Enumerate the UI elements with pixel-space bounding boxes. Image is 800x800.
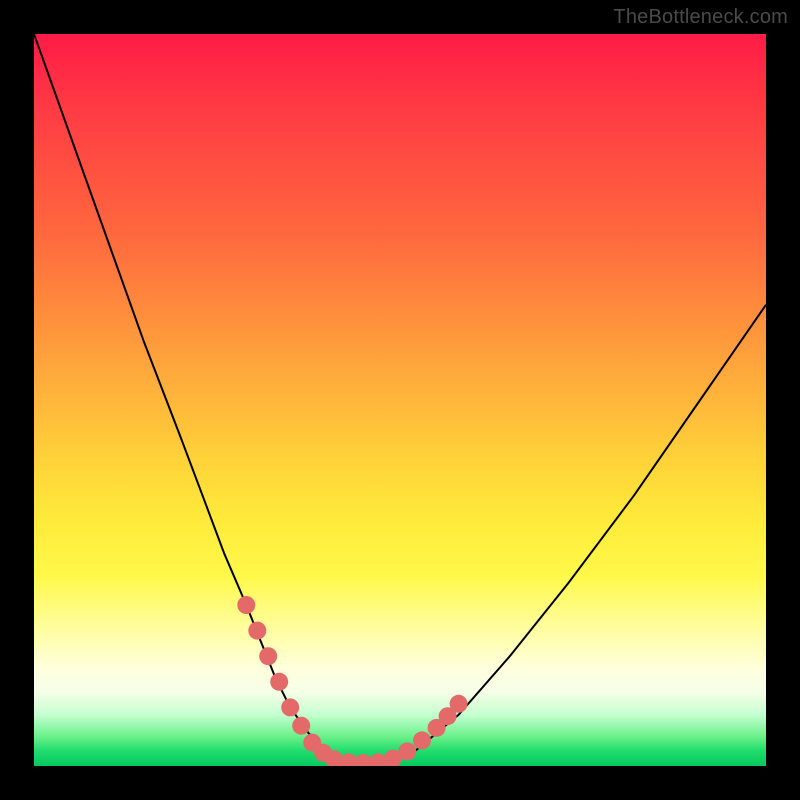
marker-dot: [237, 596, 255, 614]
plot-area: [34, 34, 766, 766]
watermark-text: TheBottleneck.com: [613, 6, 788, 29]
marker-dot: [398, 742, 416, 760]
chart-svg: [34, 34, 766, 766]
marker-dot: [248, 622, 266, 640]
marker-dot: [413, 731, 431, 749]
marker-dot: [450, 695, 468, 713]
bottleneck-curve: [34, 34, 766, 764]
bottleneck-curve-path: [34, 34, 766, 764]
marker-dot: [292, 717, 310, 735]
marker-dot: [259, 647, 277, 665]
outer-frame: TheBottleneck.com: [0, 0, 800, 800]
curve-markers: [237, 596, 467, 766]
marker-dot: [270, 673, 288, 691]
marker-dot: [281, 698, 299, 716]
